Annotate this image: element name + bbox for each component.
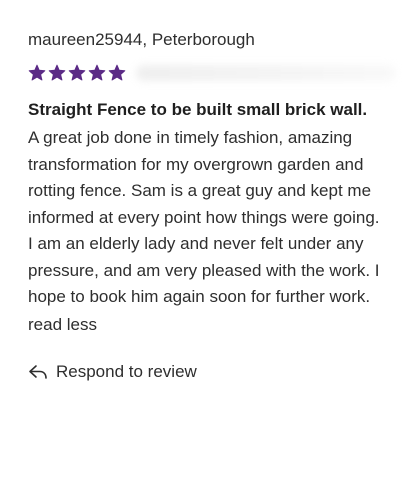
blurred-review-meta xyxy=(136,65,396,81)
respond-label: Respond to review xyxy=(56,361,197,381)
star-icon xyxy=(108,64,126,82)
star-icon xyxy=(88,64,106,82)
read-less-link[interactable]: read less xyxy=(28,311,97,338)
reply-arrow-icon xyxy=(28,364,48,380)
star-icon xyxy=(48,64,66,82)
star-rating xyxy=(28,64,126,82)
star-icon xyxy=(28,64,46,82)
respond-to-review-button[interactable]: Respond to review xyxy=(28,360,388,384)
rating-row xyxy=(28,62,396,84)
star-icon xyxy=(68,64,86,82)
review-title: Straight Fence to be built small brick w… xyxy=(28,100,368,119)
reviewer-name-location: maureen25944, Peterborough xyxy=(28,30,255,49)
review-body: A great job done in timely fashion, amaz… xyxy=(28,128,380,306)
review-card: maureen25944, Peterborough Straight Fenc… xyxy=(28,28,396,384)
